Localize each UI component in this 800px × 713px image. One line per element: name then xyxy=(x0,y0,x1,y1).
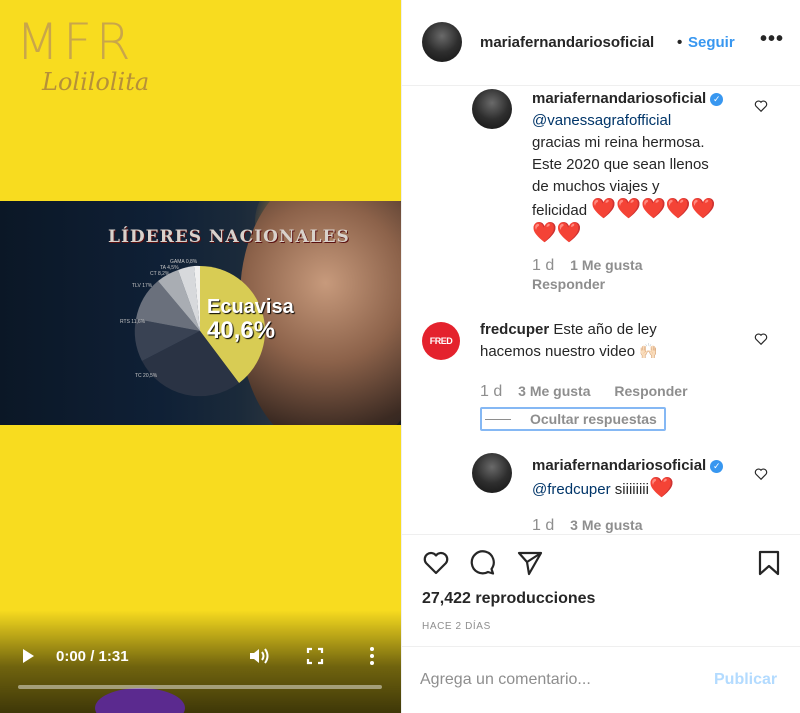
comment-icon[interactable] xyxy=(469,549,497,577)
frame-blob xyxy=(95,688,185,713)
fredcuper-avatar[interactable]: FRED xyxy=(422,322,460,360)
fullscreen-icon[interactable] xyxy=(306,647,324,665)
comment-text-line: hacemos nuestro video 🙌🏻 xyxy=(480,343,658,360)
comment-input[interactable] xyxy=(420,667,700,693)
video-controls: 0:00 / 1:31 xyxy=(0,610,401,713)
reply-button[interactable]: Responder xyxy=(532,276,605,292)
comment-text-line: siiiiiiii xyxy=(610,481,649,498)
avatar[interactable] xyxy=(472,453,512,493)
bookmark-icon[interactable] xyxy=(755,549,783,577)
heart-emojis: ❤️ xyxy=(648,477,674,499)
comment-text-line: de muchos viajes y xyxy=(532,178,660,195)
video-time: 0:00 / 1:31 xyxy=(56,648,129,665)
play-icon[interactable] xyxy=(18,646,38,666)
comment-likes[interactable]: 1 Me gusta xyxy=(570,257,642,273)
verified-badge-icon: ✓ xyxy=(710,460,724,473)
follow-button[interactable]: Seguir xyxy=(688,34,735,51)
pie-highlight-label: Ecuavisa xyxy=(207,296,294,318)
comment-meta: 1 d 3 Me gusta xyxy=(532,517,643,533)
heart-emojis: ❤️❤️ xyxy=(532,222,582,244)
views-count[interactable]: 27,422 reproducciones xyxy=(422,590,595,608)
post-header: mariafernandariosoficial • Seguir ••• xyxy=(402,0,800,86)
comments-list[interactable]: mariafernandariosoficial ✓ @vanessagrafof… xyxy=(402,87,800,533)
pie-label: TC 20,5% xyxy=(135,373,158,379)
reply-button[interactable]: Responder xyxy=(614,383,687,399)
comment-body: mariafernandariosoficial ✓ @fredcuper sii… xyxy=(532,455,757,501)
pie-highlight-value: 40,6% xyxy=(207,317,276,344)
hide-replies-button[interactable]: Ocultar respuestas xyxy=(480,407,666,431)
avatar[interactable] xyxy=(422,22,462,62)
publish-button[interactable]: Publicar xyxy=(714,671,777,689)
hide-replies-line xyxy=(485,419,511,420)
post-panel: mariafernandariosoficial • Seguir ••• ma… xyxy=(401,0,800,713)
comment-body: mariafernandariosoficial ✓ @vanessagrafof… xyxy=(532,88,757,246)
heart-icon[interactable] xyxy=(422,549,450,577)
comment-username[interactable]: mariafernandariosoficial xyxy=(532,457,706,474)
mfr-logo: MFR Lolilolita xyxy=(16,13,150,104)
like-comment-heart-icon[interactable] xyxy=(754,332,768,346)
post-date[interactable]: HACE 2 DÍAS xyxy=(422,621,491,632)
comment-age: 1 d xyxy=(480,383,503,400)
avatar[interactable] xyxy=(472,89,512,129)
separator-dot: • xyxy=(677,34,683,51)
like-comment-heart-icon[interactable] xyxy=(754,467,768,481)
comment-age: 1 d xyxy=(532,517,555,533)
more-horizontal-icon[interactable]: ••• xyxy=(760,28,784,51)
comment-age: 1 d xyxy=(532,257,555,274)
comment-text-line: Este año de ley xyxy=(553,321,657,338)
comment-likes[interactable]: 3 Me gusta xyxy=(570,517,642,533)
comment-username[interactable]: mariafernandariosoficial xyxy=(532,90,706,107)
post-actions: 27,422 reproducciones HACE 2 DÍAS xyxy=(402,534,800,644)
logo-signature: Lolilolita xyxy=(42,68,150,96)
comment-form: Publicar xyxy=(402,646,800,713)
author-username[interactable]: mariafernandariosoficial xyxy=(480,34,654,51)
heart-emojis: ❤️❤️❤️❤️❤️ xyxy=(591,198,716,220)
video-frame: LÍDERES NACIONALES GAMA 0,8% TA 4,5% CT … xyxy=(0,201,401,425)
pie-label: CT 8,2% xyxy=(150,271,170,277)
comment-body: fredcuper Este año de ley hacemos nuestr… xyxy=(480,319,750,363)
comment-meta: 1 d 1 Me gusta xyxy=(532,257,643,275)
mention-link[interactable]: @vanessagrafofficial xyxy=(532,112,671,129)
verified-badge-icon: ✓ xyxy=(710,93,724,106)
comment-text-line: gracias mi reina hermosa. xyxy=(532,134,705,151)
video-progress-bar[interactable] xyxy=(18,685,382,689)
more-vertical-icon[interactable] xyxy=(366,646,378,666)
pie-graphic xyxy=(134,265,265,397)
comment-meta: 1 d 3 Me gusta Responder xyxy=(480,383,688,401)
mention-link[interactable]: @fredcuper xyxy=(532,481,611,498)
comment-text-line: Este 2020 que sean llenos xyxy=(532,156,709,173)
like-comment-heart-icon[interactable] xyxy=(754,99,768,113)
comment-username[interactable]: fredcuper xyxy=(480,321,549,338)
hide-replies-label: Ocultar respuestas xyxy=(530,411,657,427)
paper-plane-icon[interactable] xyxy=(516,549,544,577)
logo-letters: MFR xyxy=(16,13,135,71)
comment-likes[interactable]: 3 Me gusta xyxy=(518,383,590,399)
pie-label: TLV 17% xyxy=(132,283,153,289)
video-player[interactable]: MFR Lolilolita LÍDERES NACIONALES GAMA 0… xyxy=(0,0,401,713)
pie-label: RTS 11,6% xyxy=(120,319,146,325)
volume-icon[interactable] xyxy=(248,646,270,666)
comment-text-line: felicidad xyxy=(532,202,588,219)
